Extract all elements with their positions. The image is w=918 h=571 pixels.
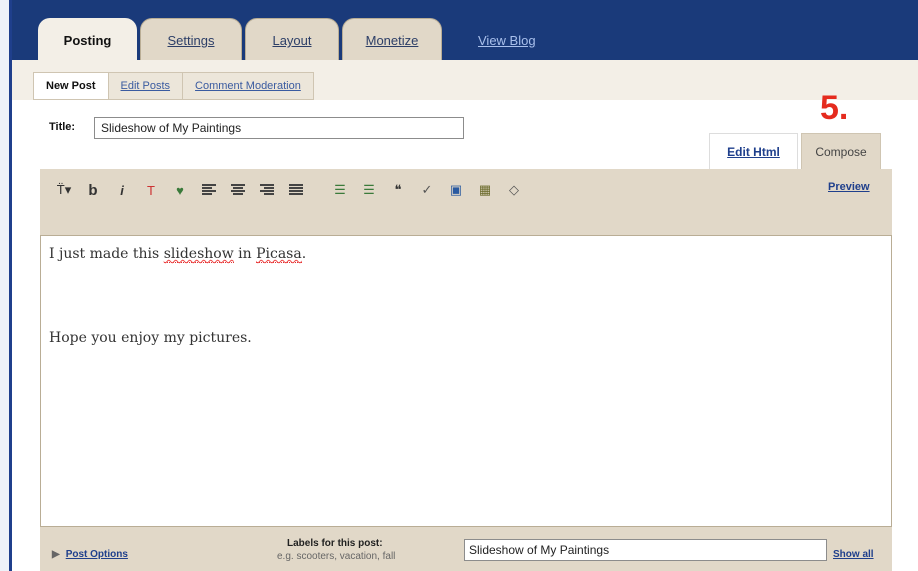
align-center-icon[interactable] [229, 181, 247, 199]
add-image-icon[interactable]: ▣ [447, 181, 465, 199]
italic-button[interactable]: i [113, 181, 131, 199]
labels-hint: e.g. scooters, vacation, fall [277, 551, 396, 562]
show-all-labels-link[interactable]: Show all [833, 549, 874, 560]
font-size-icon[interactable]: T̈▾ [55, 181, 73, 199]
tab-monetize[interactable]: Monetize [342, 18, 442, 60]
title-label: Title: [49, 121, 76, 133]
labels-input[interactable] [464, 539, 827, 561]
tab-settings[interactable]: Settings [140, 18, 242, 60]
eraser-icon[interactable]: ◇ [505, 181, 523, 199]
labels-title: Labels for this post: [287, 538, 383, 549]
subtab-new-post[interactable]: New Post [34, 73, 109, 99]
subtab-edit-posts[interactable]: Edit Posts [109, 73, 184, 99]
title-input[interactable] [94, 117, 464, 139]
highlight-icon[interactable]: ♥ [171, 181, 189, 199]
text-color-icon[interactable]: T [142, 181, 160, 199]
align-right-icon[interactable] [258, 181, 276, 199]
expand-triangle-icon: ▶ [52, 549, 60, 560]
bullet-list-icon[interactable]: ☰ [360, 181, 378, 199]
numbered-list-icon[interactable]: ☰ [331, 181, 349, 199]
post-body-editor[interactable]: I just made this slideshow in Picasa. Ho… [40, 235, 892, 527]
post-options-link[interactable]: ▶ Post Options [52, 549, 128, 560]
step-annotation: 5. [820, 89, 849, 127]
justify-icon[interactable] [287, 181, 305, 199]
blockquote-icon[interactable]: ❝ [389, 181, 407, 199]
align-left-icon[interactable] [200, 181, 218, 199]
editor-toolbar: T̈▾ b i T ♥ ☰ ☰ ❝ ✓ ▣ ▦ ◇ [55, 177, 523, 203]
editor-line-2: Hope you enjoy my pictures. [49, 330, 252, 346]
tab-layout[interactable]: Layout [245, 18, 339, 60]
bold-button[interactable]: b [84, 181, 102, 199]
spellcheck-icon[interactable]: ✓ [418, 181, 436, 199]
subnav-tabs: New Post Edit Posts Comment Moderation [33, 72, 314, 100]
editor-line-1: I just made this slideshow in Picasa. [49, 246, 307, 263]
preview-link[interactable]: Preview [828, 181, 870, 193]
edit-html-tab[interactable]: Edit Html [709, 133, 798, 169]
tab-posting[interactable]: Posting [38, 18, 137, 60]
compose-tab[interactable]: Compose [801, 133, 881, 169]
subtab-comment-moderation[interactable]: Comment Moderation [183, 73, 313, 99]
view-blog-link[interactable]: View Blog [478, 33, 536, 48]
add-video-icon[interactable]: ▦ [476, 181, 494, 199]
